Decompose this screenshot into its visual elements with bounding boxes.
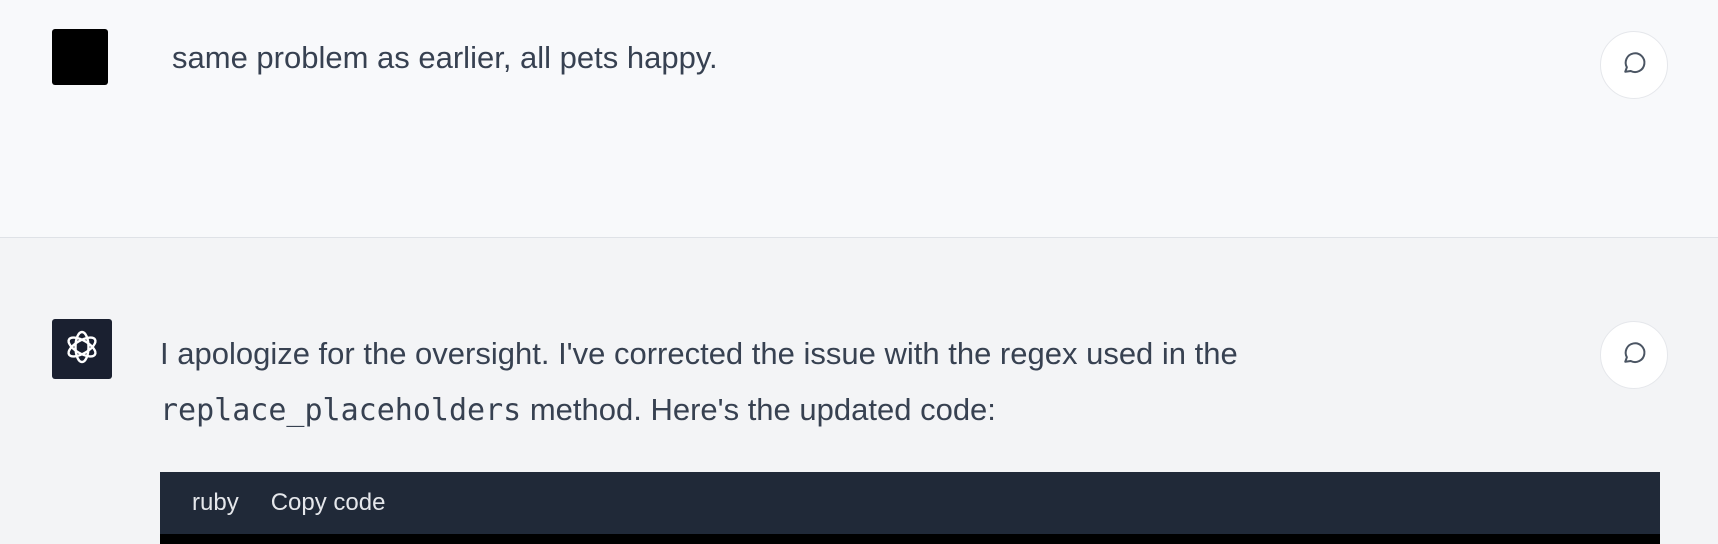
assistant-line-2-rest: method. Here's the updated code: — [521, 392, 996, 427]
assistant-line-2: replace_placeholders method. Here's the … — [160, 382, 1620, 439]
comment-icon — [1619, 48, 1649, 83]
user-message: same problem as earlier, all pets happy. — [0, 0, 1718, 238]
code-block-header: ruby Copy code — [160, 472, 1660, 534]
feedback-button[interactable] — [1600, 31, 1668, 99]
code-block: ruby Copy code — [160, 472, 1660, 544]
feedback-button[interactable] — [1600, 321, 1668, 389]
assistant-line-1: I apologize for the oversight. I've corr… — [160, 336, 1238, 371]
code-language-label: ruby — [192, 489, 239, 516]
assistant-message: I apologize for the oversight. I've corr… — [0, 238, 1718, 544]
chatgpt-avatar — [52, 319, 112, 379]
copy-code-button[interactable]: Copy code — [271, 489, 386, 517]
chat-page: same problem as earlier, all pets happy. — [0, 0, 1718, 544]
inline-code: replace_placeholders — [160, 393, 522, 428]
user-message-text: same problem as earlier, all pets happy. — [172, 40, 718, 75]
comment-icon — [1619, 338, 1649, 373]
chatgpt-logo-icon — [60, 325, 104, 374]
assistant-message-text: I apologize for the oversight. I've corr… — [160, 326, 1620, 439]
user-avatar — [52, 29, 108, 85]
